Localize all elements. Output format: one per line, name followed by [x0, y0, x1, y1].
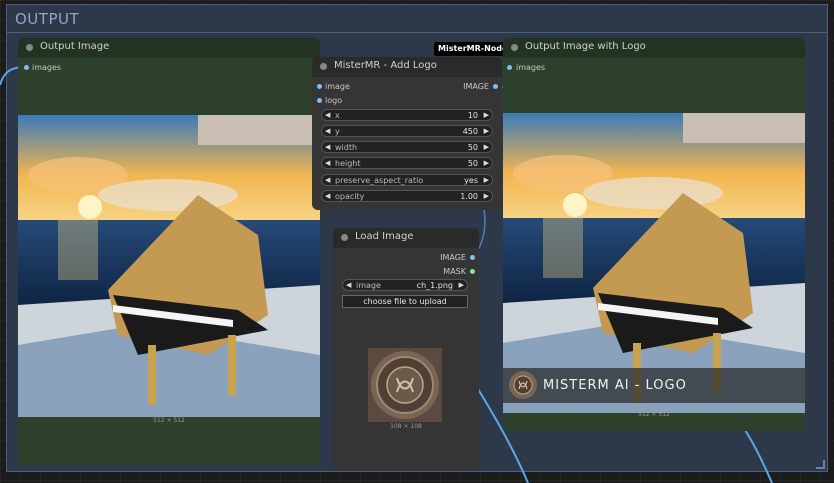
logo-overlay-banner: MISTERM AI - LOGO: [503, 368, 805, 403]
arrow-left-icon[interactable]: ◀: [325, 192, 330, 200]
widget-label: preserve_aspect_ratio: [335, 176, 424, 185]
mask-output-slot[interactable]: [470, 269, 475, 274]
image-size-label: 512 × 512: [153, 417, 185, 424]
node-dot-icon[interactable]: [341, 234, 348, 241]
image-input-slot[interactable]: [317, 84, 322, 89]
widget-value: yes: [464, 176, 478, 185]
width-widget[interactable]: ◀ width 50 ▶: [321, 141, 493, 153]
node-dot-icon[interactable]: [320, 63, 327, 70]
preserve-aspect-ratio-widget[interactable]: ◀ preserve_aspect_ratio yes ▶: [321, 174, 493, 186]
widget-value: 50: [467, 143, 478, 152]
image-select-widget[interactable]: ◀ image ch_1.png ▶: [342, 279, 468, 291]
image-input-slot[interactable]: [24, 65, 29, 70]
logo-input-label: logo: [325, 96, 343, 105]
mask-output-label: MASK: [443, 267, 466, 276]
images-input-label: images: [516, 63, 546, 72]
image-input-label: image: [325, 82, 350, 91]
node-title: MisterMR - Add Logo: [334, 60, 437, 71]
arrow-left-icon[interactable]: ◀: [325, 176, 330, 184]
arrow-left-icon[interactable]: ◀: [325, 159, 330, 167]
output-image-node[interactable]: Output Image images 512 × 512: [18, 38, 320, 465]
arrow-right-icon[interactable]: ▶: [484, 111, 489, 119]
widget-label: opacity: [335, 192, 365, 201]
arrow-left-icon[interactable]: ◀: [325, 111, 330, 119]
add-logo-node[interactable]: MisterMR - Add Logo image logo IMAGE ◀ x…: [312, 57, 502, 210]
arrow-right-icon[interactable]: ▶: [484, 127, 489, 135]
arrow-left-icon[interactable]: ◀: [346, 281, 351, 289]
arrow-right-icon[interactable]: ▶: [484, 143, 489, 151]
logo-input-slot[interactable]: [317, 98, 322, 103]
node-dot-icon[interactable]: [26, 44, 33, 51]
logo-emblem-icon: [509, 371, 537, 399]
image-output-slot[interactable]: [493, 84, 498, 89]
logo-preview-image: [368, 348, 442, 422]
preview-image: [18, 115, 320, 417]
preview-image: MISTERM AI - LOGO: [503, 113, 805, 413]
node-title: Output Image: [40, 41, 110, 52]
images-input-label: images: [32, 63, 62, 72]
node-title: Output Image with Logo: [525, 41, 646, 52]
widget-label: x: [335, 111, 340, 120]
image-size-label: 512 × 512: [638, 411, 670, 418]
image-output-label: IMAGE: [463, 82, 489, 91]
widget-label: image: [356, 281, 381, 290]
logo-text: MISTERM AI - LOGO: [543, 378, 687, 393]
widget-label: width: [335, 143, 358, 152]
widget-value: 450: [462, 127, 478, 136]
widget-value: ch_1.png: [416, 281, 453, 290]
opacity-widget[interactable]: ◀ opacity 1.00 ▶: [321, 190, 493, 202]
image-output-label: IMAGE: [440, 253, 466, 262]
arrow-left-icon[interactable]: ◀: [325, 127, 330, 135]
arrow-right-icon[interactable]: ▶: [484, 192, 489, 200]
upload-button[interactable]: choose file to upload: [342, 295, 468, 308]
node-dot-icon[interactable]: [511, 44, 518, 51]
image-output-slot[interactable]: [470, 255, 475, 260]
load-image-node[interactable]: Load Image IMAGE MASK ◀ image ch_1.png ▶…: [333, 228, 479, 471]
node-title: Load Image: [355, 231, 414, 242]
widget-value: 10: [467, 111, 478, 120]
y-widget[interactable]: ◀ y 450 ▶: [321, 125, 493, 137]
image-input-slot[interactable]: [507, 65, 512, 70]
arrow-right-icon[interactable]: ▶: [484, 176, 489, 184]
arrow-right-icon[interactable]: ▶: [484, 159, 489, 167]
widget-value: 50: [467, 159, 478, 168]
x-widget[interactable]: ◀ x 10 ▶: [321, 109, 493, 121]
arrow-right-icon[interactable]: ▶: [459, 281, 464, 289]
logo-size-label: 108 × 108: [390, 423, 422, 430]
widget-value: 1.00: [460, 192, 478, 201]
output-image-logo-node[interactable]: Output Image with Logo images MISTERM AI…: [503, 38, 805, 431]
arrow-left-icon[interactable]: ◀: [325, 143, 330, 151]
height-widget[interactable]: ◀ height 50 ▶: [321, 157, 493, 169]
widget-label: y: [335, 127, 340, 136]
widget-label: height: [335, 159, 361, 168]
